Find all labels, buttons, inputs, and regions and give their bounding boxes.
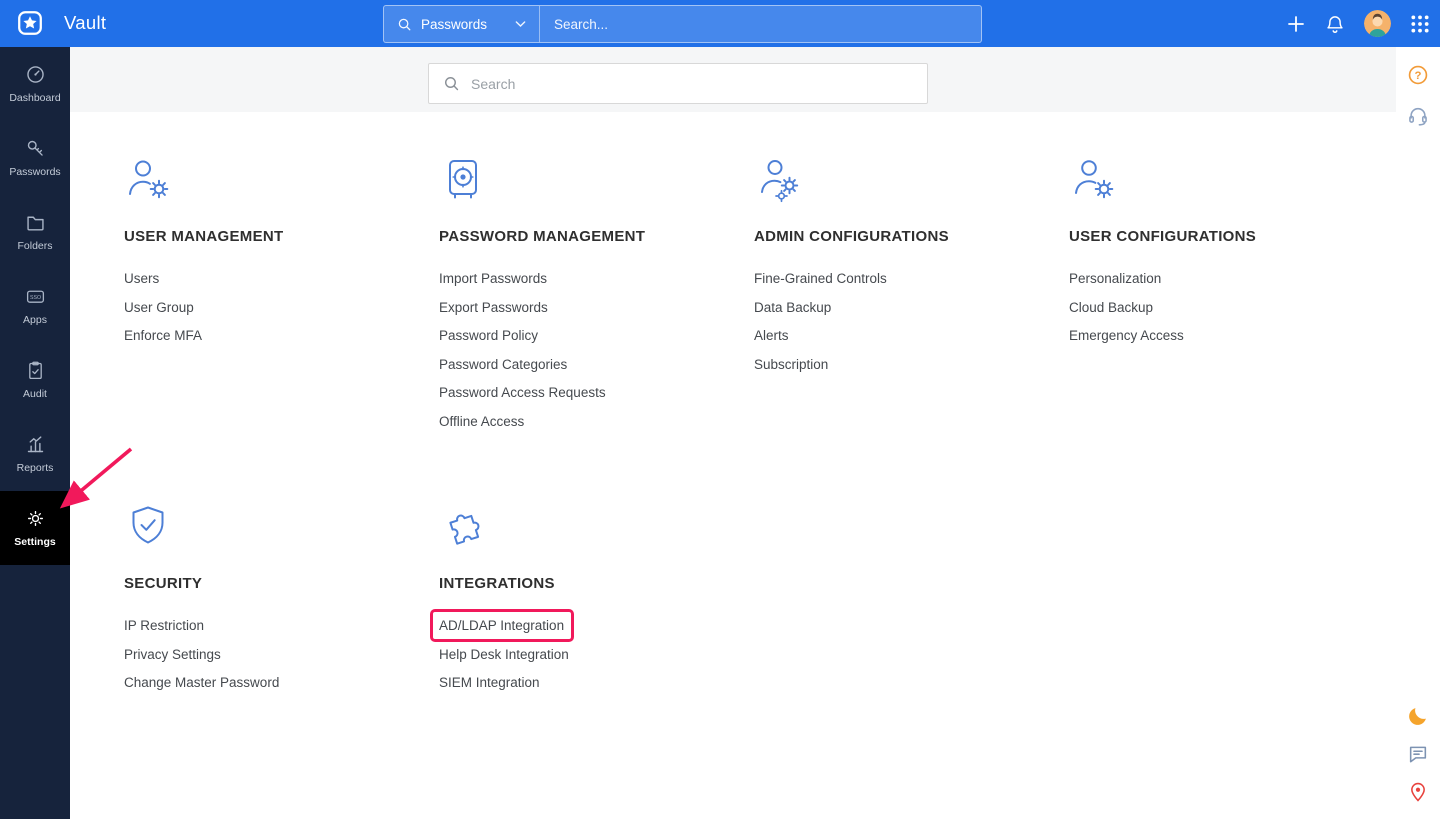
search-scope-label: Passwords xyxy=(421,17,487,32)
settings-link-offline-access[interactable]: Offline Access xyxy=(439,414,754,430)
section-links: Users User Group Enforce MFA xyxy=(124,271,439,344)
section-security: SECURITY IP Restriction Privacy Settings Ch… xyxy=(124,502,439,704)
settings-link-password-categories[interactable]: Password Categories xyxy=(439,357,754,373)
settings-link-ad-ldap-integration[interactable]: AD/LDAP Integration xyxy=(439,618,754,634)
sidebar-item-label: Settings xyxy=(14,536,55,548)
key-icon xyxy=(25,138,46,159)
settings-link-subscription[interactable]: Subscription xyxy=(754,357,1069,373)
night-mode-icon[interactable] xyxy=(1407,705,1429,727)
settings-link-ip-restriction[interactable]: IP Restriction xyxy=(124,618,439,634)
section-title: ADMIN CONFIGURATIONS xyxy=(754,228,1069,245)
section-links: AD/LDAP Integration Help Desk Integration… xyxy=(439,618,754,691)
right-rail: ? xyxy=(1396,47,1440,819)
section-links: IP Restriction Privacy Settings Change Mas… xyxy=(124,618,439,691)
add-button[interactable] xyxy=(1286,14,1306,34)
sso-apps-icon: SSO xyxy=(25,286,46,307)
user-avatar[interactable] xyxy=(1364,10,1391,37)
settings-link-password-policy[interactable]: Password Policy xyxy=(439,328,754,344)
location-icon[interactable] xyxy=(1407,781,1429,803)
settings-search-box xyxy=(428,63,928,104)
section-admin-configurations: ADMIN CONFIGURATIONS Fine-Grained Control… xyxy=(754,155,1069,442)
section-links: Fine-Grained Controls Data Backup Alerts Su… xyxy=(754,271,1069,373)
help-icon[interactable]: ? xyxy=(1407,64,1429,86)
sidebar-item-reports[interactable]: Reports xyxy=(0,417,70,491)
settings-link-personalization[interactable]: Personalization xyxy=(1069,271,1384,287)
gear-icon xyxy=(25,508,46,529)
settings-link-privacy-settings[interactable]: Privacy Settings xyxy=(124,647,439,663)
section-password-management: PASSWORD MANAGEMENT Import Passwords Expor… xyxy=(439,155,754,442)
sidebar-item-audit[interactable]: Audit xyxy=(0,343,70,417)
settings-link-siem-integration[interactable]: SIEM Integration xyxy=(439,675,754,691)
settings-link-enforce-mfa[interactable]: Enforce MFA xyxy=(124,328,439,344)
settings-link-fine-grained-controls[interactable]: Fine-Grained Controls xyxy=(754,271,1069,287)
settings-link-users[interactable]: Users xyxy=(124,271,439,287)
sidebar-nav: Dashboard Passwords Folders SSO Apps Audit Rep… xyxy=(0,47,70,819)
reports-icon xyxy=(25,434,46,455)
audit-icon xyxy=(25,360,46,381)
sidebar-item-dashboard[interactable]: Dashboard xyxy=(0,47,70,121)
search-icon xyxy=(397,17,412,32)
support-headset-icon[interactable] xyxy=(1407,105,1429,127)
main-content: USER MANAGEMENT Users User Group Enforce MF… xyxy=(70,47,1396,819)
topbar-search-input[interactable] xyxy=(540,6,981,42)
section-title: INTEGRATIONS xyxy=(439,575,754,592)
sidebar-item-passwords[interactable]: Passwords xyxy=(0,121,70,195)
vault-logo-icon xyxy=(15,8,45,38)
sidebar-item-label: Audit xyxy=(23,388,47,400)
sidebar-item-label: Reports xyxy=(17,462,54,474)
right-rail-bottom xyxy=(1407,705,1429,803)
settings-link-password-access-requests[interactable]: Password Access Requests xyxy=(439,385,754,401)
integrations-puzzle-icon xyxy=(439,502,487,550)
settings-link-import-passwords[interactable]: Import Passwords xyxy=(439,271,754,287)
settings-link-user-group[interactable]: User Group xyxy=(124,300,439,316)
section-links: Import Passwords Export Passwords Password… xyxy=(439,271,754,430)
app-title: Vault xyxy=(64,12,106,34)
password-safe-icon xyxy=(439,155,487,203)
topbar-actions xyxy=(1286,0,1430,47)
settings-search-input[interactable] xyxy=(471,76,913,92)
sidebar-item-folders[interactable]: Folders xyxy=(0,195,70,269)
topbar: Vault Passwords xyxy=(0,0,1440,47)
settings-link-alerts[interactable]: Alerts xyxy=(754,328,1069,344)
right-rail-top: ? xyxy=(1407,64,1429,127)
sidebar-item-label: Dashboard xyxy=(9,92,60,104)
chevron-down-icon xyxy=(515,20,526,28)
section-links: Personalization Cloud Backup Emergency Acc… xyxy=(1069,271,1384,344)
sidebar-item-label: Passwords xyxy=(9,166,60,178)
sidebar-item-settings[interactable]: Settings xyxy=(0,491,70,565)
search-scope-dropdown[interactable]: Passwords xyxy=(384,6,539,42)
section-title: PASSWORD MANAGEMENT xyxy=(439,228,754,245)
svg-text:?: ? xyxy=(1415,70,1422,82)
section-user-configurations: USER CONFIGURATIONS Personalization Cloud … xyxy=(1069,155,1384,442)
notifications-bell-icon[interactable] xyxy=(1325,14,1345,34)
settings-sections: USER MANAGEMENT Users User Group Enforce MF… xyxy=(124,155,1384,704)
settings-link-change-master-password[interactable]: Change Master Password xyxy=(124,675,439,691)
section-integrations: INTEGRATIONS AD/LDAP Integration Help Desk… xyxy=(439,502,754,704)
feedback-icon[interactable] xyxy=(1407,743,1429,765)
folder-icon xyxy=(25,212,46,233)
section-title: USER CONFIGURATIONS xyxy=(1069,228,1384,245)
sidebar-item-label: Folders xyxy=(17,240,52,252)
settings-link-emergency-access[interactable]: Emergency Access xyxy=(1069,328,1384,344)
svg-text:SSO: SSO xyxy=(29,295,40,301)
admin-configurations-icon xyxy=(754,155,802,203)
search-icon xyxy=(443,75,460,92)
apps-grid-icon[interactable] xyxy=(1410,14,1430,34)
settings-link-export-passwords[interactable]: Export Passwords xyxy=(439,300,754,316)
search-band xyxy=(70,47,1396,112)
sidebar-item-apps[interactable]: SSO Apps xyxy=(0,269,70,343)
sidebar-item-label: Apps xyxy=(23,314,47,326)
settings-link-data-backup[interactable]: Data Backup xyxy=(754,300,1069,316)
section-user-management: USER MANAGEMENT Users User Group Enforce MF… xyxy=(124,155,439,442)
settings-link-help-desk-integration[interactable]: Help Desk Integration xyxy=(439,647,754,663)
user-configurations-icon xyxy=(1069,155,1117,203)
topbar-search: Passwords xyxy=(383,5,982,43)
dashboard-icon xyxy=(25,64,46,85)
security-shield-icon xyxy=(124,502,172,550)
user-management-icon xyxy=(124,155,172,203)
section-title: SECURITY xyxy=(124,575,439,592)
section-title: USER MANAGEMENT xyxy=(124,228,439,245)
settings-link-cloud-backup[interactable]: Cloud Backup xyxy=(1069,300,1384,316)
